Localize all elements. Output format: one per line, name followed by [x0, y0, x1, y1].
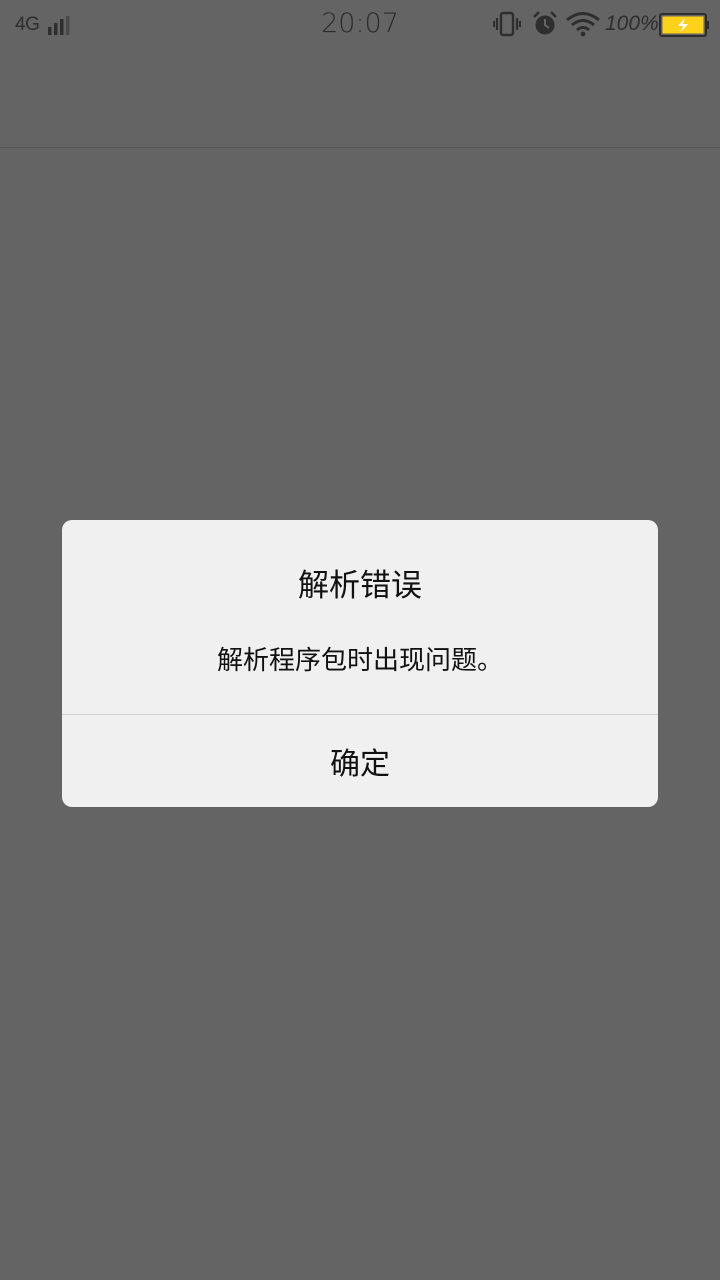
alarm-icon — [533, 11, 557, 35]
battery-charging-icon — [659, 13, 709, 37]
battery-percent: 100% — [605, 12, 659, 35]
vibrate-icon — [493, 11, 521, 37]
screen: 4G 20:07 100% 解析错误 解析程序包时出现问题。 确定 — [0, 0, 720, 1280]
app-bar — [0, 50, 720, 148]
confirm-button[interactable]: 确定 — [62, 715, 658, 807]
wifi-icon — [566, 12, 600, 37]
dialog-title: 解析错误 — [298, 568, 422, 604]
status-bar: 4G 20:07 100% — [0, 0, 720, 50]
dialog-message: 解析程序包时出现问题。 — [216, 646, 503, 676]
error-dialog: 解析错误 解析程序包时出现问题。 确定 — [62, 520, 658, 807]
